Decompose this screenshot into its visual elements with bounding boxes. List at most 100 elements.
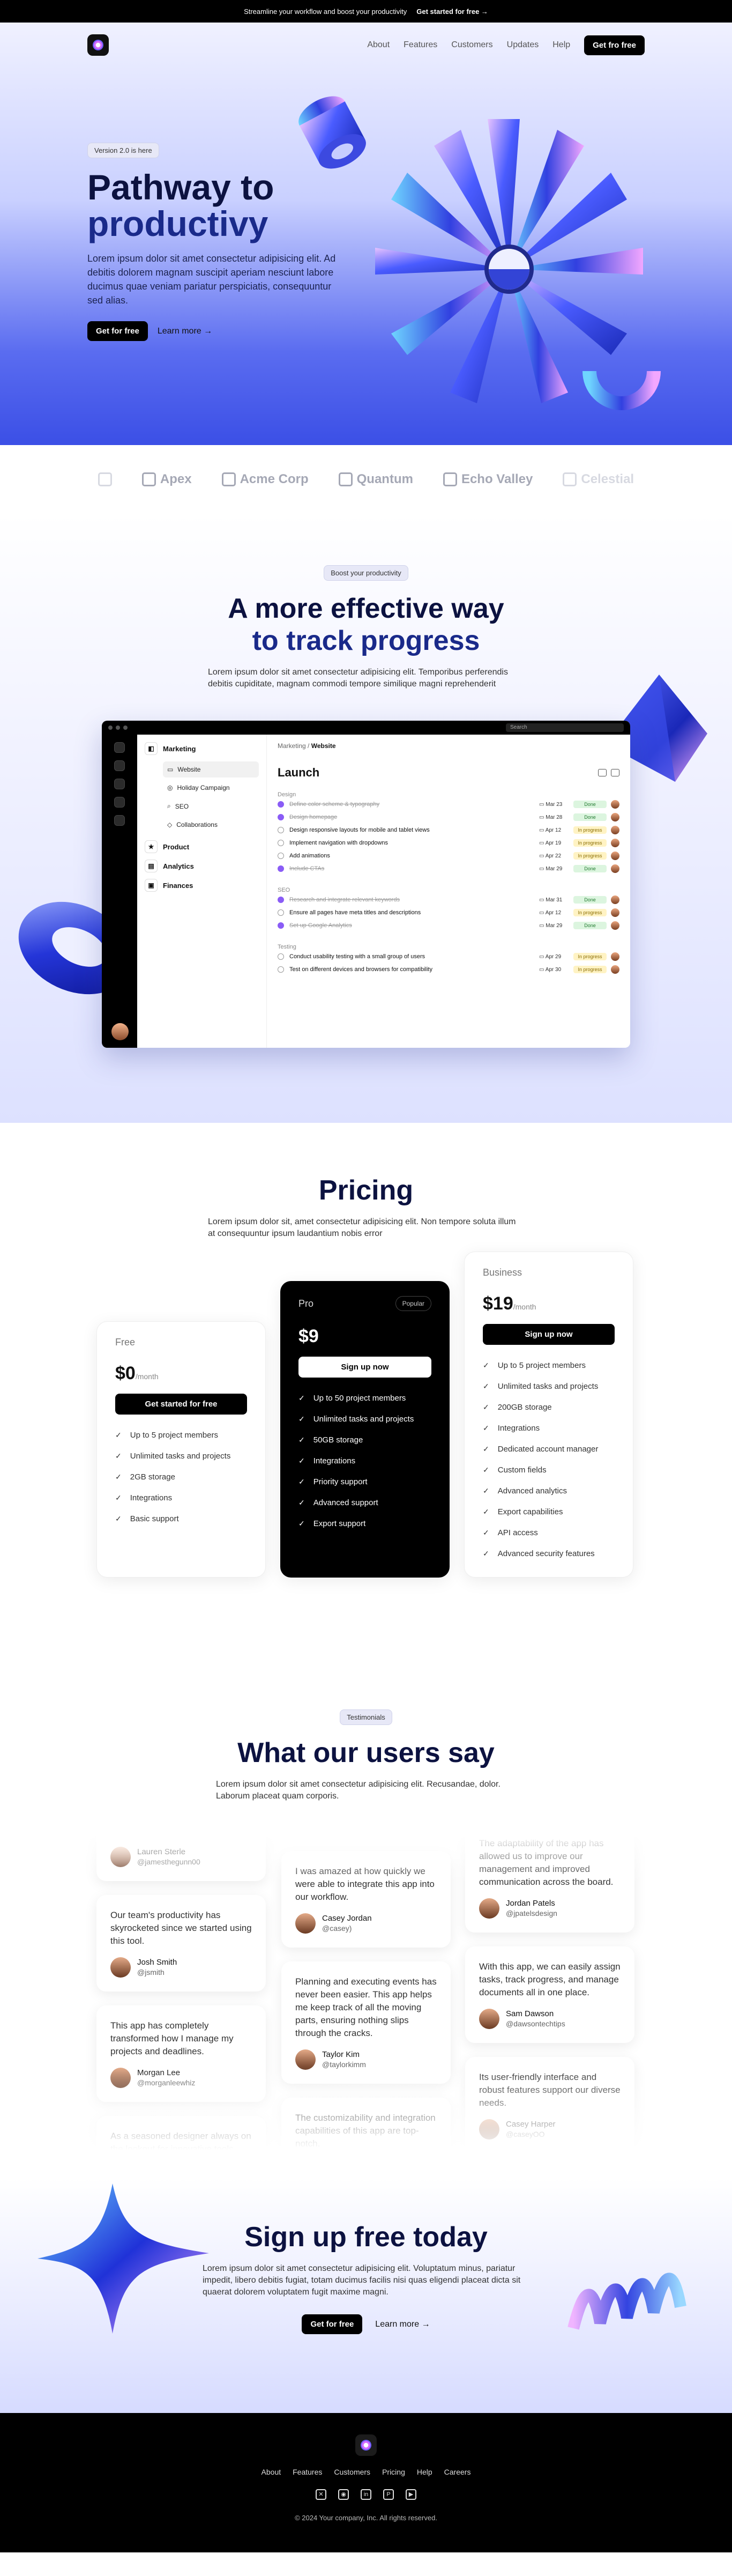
app-search-input[interactable]: Search — [506, 723, 624, 732]
nav-link-about[interactable]: About — [367, 40, 390, 50]
task-checkbox[interactable] — [278, 966, 284, 973]
testimonial-quote: This app has completely transformed how … — [110, 2020, 234, 2056]
gift-icon: ◎ — [167, 784, 173, 791]
task-checkbox[interactable] — [278, 801, 284, 808]
plan-feature-text: Advanced analytics — [497, 1486, 567, 1496]
breadcrumb-parent[interactable]: Marketing / — [278, 742, 309, 750]
sidebar-item-collaborations[interactable]: ◇ Collaborations — [163, 817, 259, 833]
footer-link-careers[interactable]: Careers — [444, 2468, 471, 2476]
youtube-icon[interactable]: ▶ — [406, 2489, 416, 2500]
author-handle: @casey) — [322, 1924, 352, 1933]
logo-square-icon — [98, 472, 112, 486]
logo-quantum-text: Quantum — [356, 472, 413, 486]
task-row[interactable]: Research and integrate relevant keywords… — [278, 893, 619, 906]
window-close-dot[interactable] — [108, 726, 113, 730]
sidebar-section-marketing[interactable]: ◧ Marketing — [145, 742, 259, 755]
task-title: Implement navigation with dropdowns — [289, 840, 389, 846]
task-checkbox[interactable] — [278, 953, 284, 960]
task-status-badge: In progress — [573, 966, 607, 973]
sidebar-section-label: Product — [163, 842, 190, 851]
x-icon[interactable]: ✕ — [316, 2489, 326, 2500]
task-checkbox[interactable] — [278, 865, 284, 872]
task-title: Set up Google Analytics — [289, 922, 352, 929]
nav-cta-button[interactable]: Get fro free — [584, 35, 645, 55]
brand-logo[interactable] — [87, 34, 109, 56]
star-icon: ★ — [145, 840, 158, 853]
task-checkbox[interactable] — [278, 840, 284, 846]
logo-acme-text: Acme Corp — [240, 472, 309, 486]
task-assignee-avatar — [611, 895, 619, 904]
sidebar-section-product[interactable]: ★ Product — [145, 840, 259, 853]
footer-link-pricing[interactable]: Pricing — [382, 2468, 405, 2476]
signup-get-free-button[interactable]: Get for free — [302, 2314, 363, 2334]
footer-logo[interactable] — [355, 2434, 377, 2456]
task-due-date: ▭ Apr 19 — [539, 840, 562, 846]
sidebar-item-seo[interactable]: ⌕ SEO — [163, 798, 259, 815]
testimonial-author: Casey Jordan @casey) — [295, 1913, 437, 1934]
nav-link-features[interactable]: Features — [404, 40, 437, 50]
rail-home-icon[interactable] — [114, 742, 125, 753]
sidebar-item-label: Website — [177, 766, 201, 773]
rail-calendar-icon[interactable] — [114, 760, 125, 771]
rail-chart-icon[interactable] — [114, 797, 125, 808]
task-checkbox[interactable] — [278, 922, 284, 929]
footer-link-customers[interactable]: Customers — [334, 2468, 370, 2476]
nav-link-customers[interactable]: Customers — [451, 40, 492, 50]
plan-pro-cta-button[interactable]: Sign up now — [298, 1357, 431, 1378]
signup-learn-more-link[interactable]: Learn more → — [375, 2320, 430, 2329]
user-avatar[interactable] — [111, 1023, 129, 1040]
app-sidebar: ◧ Marketing ▭ Website ◎ Holiday Campaign ⌕ S… — [137, 735, 267, 1048]
sidebar-section-finances[interactable]: ▣ Finances — [145, 879, 259, 892]
task-row[interactable]: Define color scheme & typography ▭ Mar 23… — [278, 798, 619, 811]
task-row[interactable]: Add animations ▭ Apr 22 In progress — [278, 849, 619, 862]
testimonial-quote: Planning and executing events has never … — [295, 1977, 437, 2038]
task-row[interactable]: Test on different devices and browsers f… — [278, 963, 619, 976]
nav-link-help[interactable]: Help — [552, 40, 570, 50]
task-row[interactable]: Ensure all pages have meta titles and de… — [278, 906, 619, 919]
linkedin-icon[interactable]: in — [361, 2489, 371, 2500]
check-icon: ✓ — [483, 1361, 489, 1370]
plan-business-cta-button[interactable]: Sign up now — [483, 1324, 615, 1345]
page-title: Launch — [278, 766, 619, 780]
hero-learn-more-link[interactable]: Learn more → — [158, 327, 212, 336]
footer-link-help[interactable]: Help — [417, 2468, 432, 2476]
plan-free-cta-button[interactable]: Get started for free — [115, 1394, 247, 1415]
hero-get-free-button[interactable]: Get for free — [87, 321, 148, 341]
pricing-title: Pricing — [318, 1175, 414, 1206]
instagram-icon[interactable]: ◉ — [338, 2489, 349, 2500]
window-minimize-dot[interactable] — [116, 726, 120, 730]
sidebar-section-analytics[interactable]: ▤ Analytics — [145, 860, 259, 872]
rail-settings-icon[interactable] — [114, 815, 125, 826]
task-title: Design responsive layouts for mobile and… — [289, 827, 430, 833]
task-checkbox[interactable] — [278, 814, 284, 820]
wallet-icon: ▣ — [145, 879, 158, 892]
fade-overlay-top — [0, 1808, 732, 1883]
grid-view-icon[interactable] — [611, 769, 619, 776]
task-row[interactable]: Implement navigation with dropdowns ▭ Apr… — [278, 837, 619, 849]
window-maximize-dot[interactable] — [123, 726, 128, 730]
plan-name-text: Free — [115, 1337, 136, 1348]
breadcrumb-current: Website — [311, 742, 336, 750]
plan-feature-item: ✓ Advanced security features — [483, 1549, 615, 1558]
sidebar-item-holiday-campaign[interactable]: ◎ Holiday Campaign — [163, 780, 259, 796]
sidebar-item-website[interactable]: ▭ Website — [163, 761, 259, 778]
task-row[interactable]: Design homepage ▭ Mar 28 Done — [278, 811, 619, 824]
plan-feature-item: ✓ Integrations — [483, 1424, 615, 1433]
plan-name: Free — [115, 1337, 247, 1348]
testimonial-card: With this app, we can easily assign task… — [465, 1946, 634, 2043]
task-row[interactable]: Conduct usability testing with a small g… — [278, 950, 619, 963]
footer-link-about[interactable]: About — [262, 2468, 281, 2476]
filter-icon[interactable] — [598, 769, 607, 776]
task-row[interactable]: Set up Google Analytics ▭ Mar 29 Done — [278, 919, 619, 932]
pinterest-icon[interactable]: P — [383, 2489, 394, 2500]
nav-link-updates[interactable]: Updates — [507, 40, 539, 50]
task-checkbox[interactable] — [278, 909, 284, 916]
task-row[interactable]: Design responsive layouts for mobile and… — [278, 824, 619, 837]
task-row[interactable]: Include CTAs ▭ Mar 29 Done — [278, 862, 619, 875]
footer-link-features[interactable]: Features — [293, 2468, 322, 2476]
task-checkbox[interactable] — [278, 853, 284, 859]
announcement-cta-link[interactable]: Get started for free → — [416, 8, 488, 16]
task-checkbox[interactable] — [278, 827, 284, 833]
rail-inbox-icon[interactable] — [114, 779, 125, 789]
task-checkbox[interactable] — [278, 897, 284, 903]
